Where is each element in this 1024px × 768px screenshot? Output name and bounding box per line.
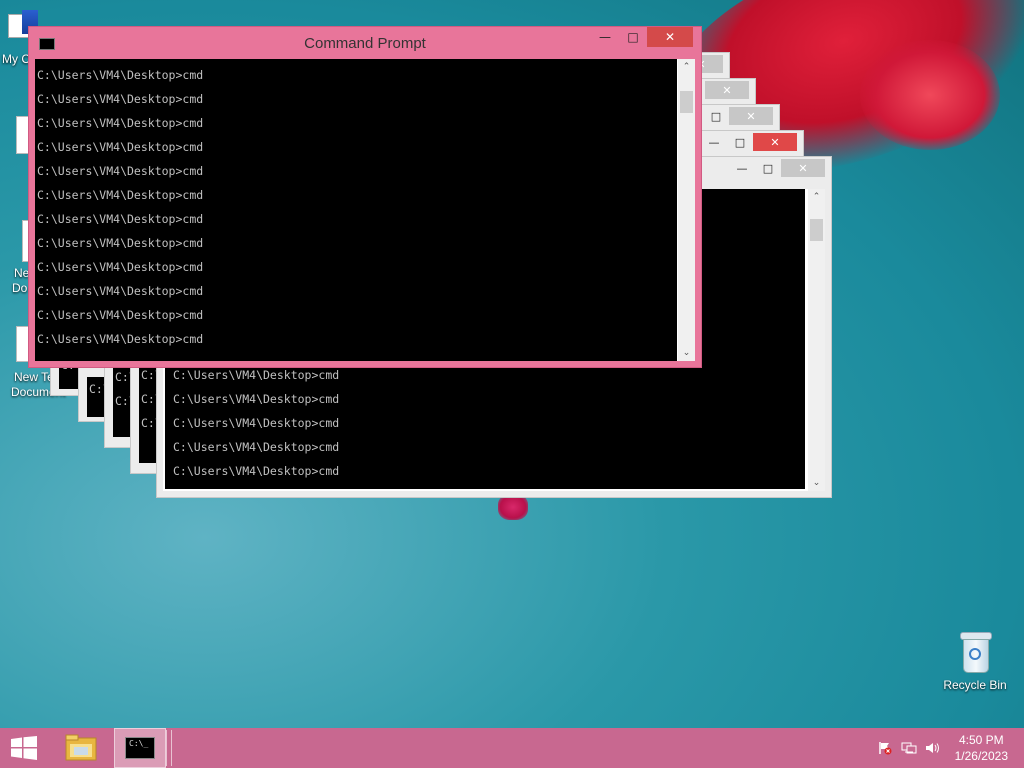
console-line: C:\Users\VM4\Desktop>cmd xyxy=(37,164,204,178)
scroll-up-arrow-icon[interactable]: ⌃ xyxy=(678,59,695,75)
scroll-down-arrow-icon[interactable]: ⌄ xyxy=(678,345,695,361)
minimize-button[interactable]: — xyxy=(701,133,727,151)
close-button[interactable]: ✕ xyxy=(753,133,797,151)
close-button[interactable]: ✕ xyxy=(729,107,773,125)
volume-icon[interactable] xyxy=(921,738,945,758)
maximize-button[interactable]: □ xyxy=(619,27,647,47)
scroll-down-arrow-icon[interactable]: ⌄ xyxy=(808,475,825,491)
console-output: C:\Users\VM4\Desktop>cmd C:\Users\VM4\De… xyxy=(173,363,339,483)
minimize-button[interactable]: — xyxy=(591,27,619,47)
desktop-icon-label: Do xyxy=(12,281,28,295)
console-line: C:\Users\VM4\Desktop>cmd xyxy=(37,140,204,154)
taskbar-cmd-button[interactable]: C:\_ xyxy=(114,728,166,768)
vertical-scrollbar[interactable]: ⌃ ⌄ xyxy=(678,59,695,361)
window-controls: — □ ✕ xyxy=(591,27,693,47)
client-area: C:\Users\VM4\Desktop>cmd C:\Users\VM4\De… xyxy=(35,59,695,361)
console-line: C:\Users\VM4\Desktop>cmd xyxy=(37,236,204,250)
windows-logo-icon xyxy=(11,736,37,760)
action-center-flag-icon[interactable] xyxy=(873,738,897,758)
taskbar: C:\_ 4:50 PM 1/26/2023 xyxy=(0,728,1024,768)
vertical-scrollbar[interactable]: ⌃ ⌄ xyxy=(808,189,825,491)
clock-time: 4:50 PM xyxy=(958,733,1004,747)
cmd-icon: C:\_ xyxy=(125,737,155,759)
desktop-icon-recycle-bin[interactable]: Recycle Bin xyxy=(935,630,1015,692)
wallpaper-flower-petal xyxy=(860,40,1000,150)
taskbar-stack-indicator xyxy=(166,730,172,766)
clock-date: 1/26/2023 xyxy=(954,749,1008,763)
maximize-button[interactable]: □ xyxy=(703,107,729,125)
console-line: C:\Users\VM4\Desktop>cmd xyxy=(37,212,204,226)
window-controls: — □ ✕ xyxy=(701,133,797,151)
desktop-icon-label: Recycle Bin xyxy=(943,678,1007,692)
console-area[interactable]: C:\Users\VM4\Desktop>cmd C:\Users\VM4\De… xyxy=(35,59,677,361)
cmd-icon-text: C:\_ xyxy=(129,739,149,748)
console-line: C:\Users\VM4\Desktop>cmd xyxy=(37,260,204,274)
scroll-up-arrow-icon[interactable]: ⌃ xyxy=(808,189,825,205)
console-line: C:\Users\VM4\Desktop>cmd xyxy=(37,308,204,322)
file-explorer-button[interactable] xyxy=(58,728,104,768)
network-icon[interactable] xyxy=(897,738,921,758)
console-line: C:\Users\VM4\Desktop>cmd xyxy=(173,416,340,430)
console-line: C:\Users\VM4\Desktop>cmd xyxy=(37,92,204,106)
console-line: C:\Users\VM4\Desktop>cmd xyxy=(37,116,204,130)
console-output: C:\Users\VM4\Desktop>cmd C:\Users\VM4\De… xyxy=(37,63,203,351)
folder-icon xyxy=(65,734,97,761)
close-button[interactable]: ✕ xyxy=(705,81,749,99)
maximize-button[interactable]: □ xyxy=(755,159,781,177)
desktop: My C Ne Do New Te Document Recycle Bin —… xyxy=(0,0,1024,728)
start-button[interactable] xyxy=(0,728,48,768)
recycle-bin-icon xyxy=(958,630,992,674)
maximize-button[interactable]: □ xyxy=(727,133,753,151)
close-button[interactable]: ✕ xyxy=(647,27,693,47)
console-line: C:\Users\VM4\Desktop>cmd xyxy=(37,188,204,202)
console-line: C:\Users\VM4\Desktop>cmd xyxy=(173,392,340,406)
console-line: C:\Users\VM4\Desktop>cmd xyxy=(37,332,204,346)
desktop-icon-label: New Te xyxy=(14,370,54,384)
console-line: C:\Users\VM4\Desktop>cmd xyxy=(37,284,204,298)
console-line: C:\Users\VM4\Desktop>cmd xyxy=(173,440,340,454)
console-line: C:\Users\VM4\Desktop>cmd xyxy=(37,68,204,82)
scroll-thumb[interactable] xyxy=(680,91,693,113)
minimize-button[interactable]: — xyxy=(729,159,755,177)
title-bar[interactable]: Command Prompt — □ ✕ xyxy=(29,27,701,59)
close-button[interactable]: ✕ xyxy=(781,159,825,177)
scroll-thumb[interactable] xyxy=(810,219,823,241)
system-clock[interactable]: 4:50 PM 1/26/2023 xyxy=(955,732,1008,764)
cmd-window-active[interactable]: Command Prompt — □ ✕ C:\Users\VM4\Deskto… xyxy=(28,26,702,368)
console-line: C:\Users\VM4\Desktop>cmd xyxy=(173,464,340,478)
system-tray: 4:50 PM 1/26/2023 xyxy=(873,728,1024,768)
window-controls: — □ ✕ xyxy=(729,159,825,177)
